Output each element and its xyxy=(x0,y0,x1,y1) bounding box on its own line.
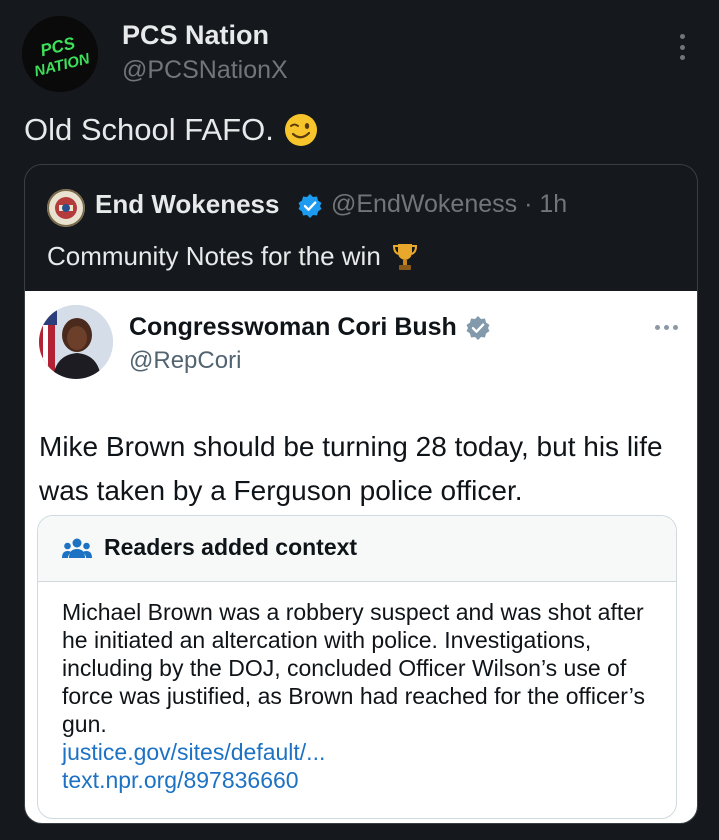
quote-author-avatar[interactable] xyxy=(47,189,85,227)
community-note-title: Readers added context xyxy=(104,534,358,560)
quote-author-handle[interactable]: @EndWokeness · 1h xyxy=(331,190,567,219)
person-photo-icon xyxy=(39,305,113,379)
cori-bush-name: Congresswoman Cori Bush xyxy=(129,313,457,341)
pcs-nation-logo-icon: PCS NATION xyxy=(22,16,98,92)
quoted-tweet[interactable]: End Wokeness @EndWokeness · 1h Community… xyxy=(24,164,698,824)
community-note-header: Readers added context xyxy=(38,516,676,582)
embedded-screenshot[interactable]: Congresswoman Cori Bush @RepCori Mike Br… xyxy=(25,291,697,823)
note-source-link[interactable]: text.npr.org/897836660 xyxy=(62,766,662,794)
winking-face-icon xyxy=(284,114,317,146)
quote-text-content: Community Notes for the win xyxy=(47,241,381,271)
author-avatar[interactable]: PCS NATION xyxy=(22,16,98,92)
note-source-link[interactable]: justice.gov/sites/default/... xyxy=(62,738,662,766)
screenshot-tweet-text: Mike Brown should be turning 28 today, b… xyxy=(39,431,663,506)
author-name[interactable]: PCS Nation xyxy=(122,20,269,51)
community-note-body: Michael Brown was a robbery suspect and … xyxy=(62,598,662,794)
people-group-icon xyxy=(62,538,92,558)
community-note: Readers added context Michael Brown was … xyxy=(37,515,677,819)
verified-badge-icon xyxy=(298,194,322,218)
more-options-icon[interactable] xyxy=(668,30,696,64)
quote-text: Community Notes for the win xyxy=(47,241,419,272)
trophy-icon xyxy=(392,243,417,270)
cori-bush-avatar xyxy=(39,305,113,379)
community-note-text: Michael Brown was a robbery suspect and … xyxy=(62,599,645,737)
post-text: Old School FAFO. xyxy=(24,112,318,148)
author-handle[interactable]: @PCSNationX xyxy=(122,56,288,85)
tweet: PCS NATION PCS Nation @PCSNationX Old Sc… xyxy=(0,0,719,840)
verified-badge-icon xyxy=(466,316,490,340)
end-wokeness-seal-icon xyxy=(47,189,85,227)
more-horizontal-icon xyxy=(655,325,678,330)
cori-bush-handle: @RepCori xyxy=(129,347,242,374)
post-text-content: Old School FAFO. xyxy=(24,112,274,147)
quote-author-name[interactable]: End Wokeness xyxy=(95,189,279,220)
